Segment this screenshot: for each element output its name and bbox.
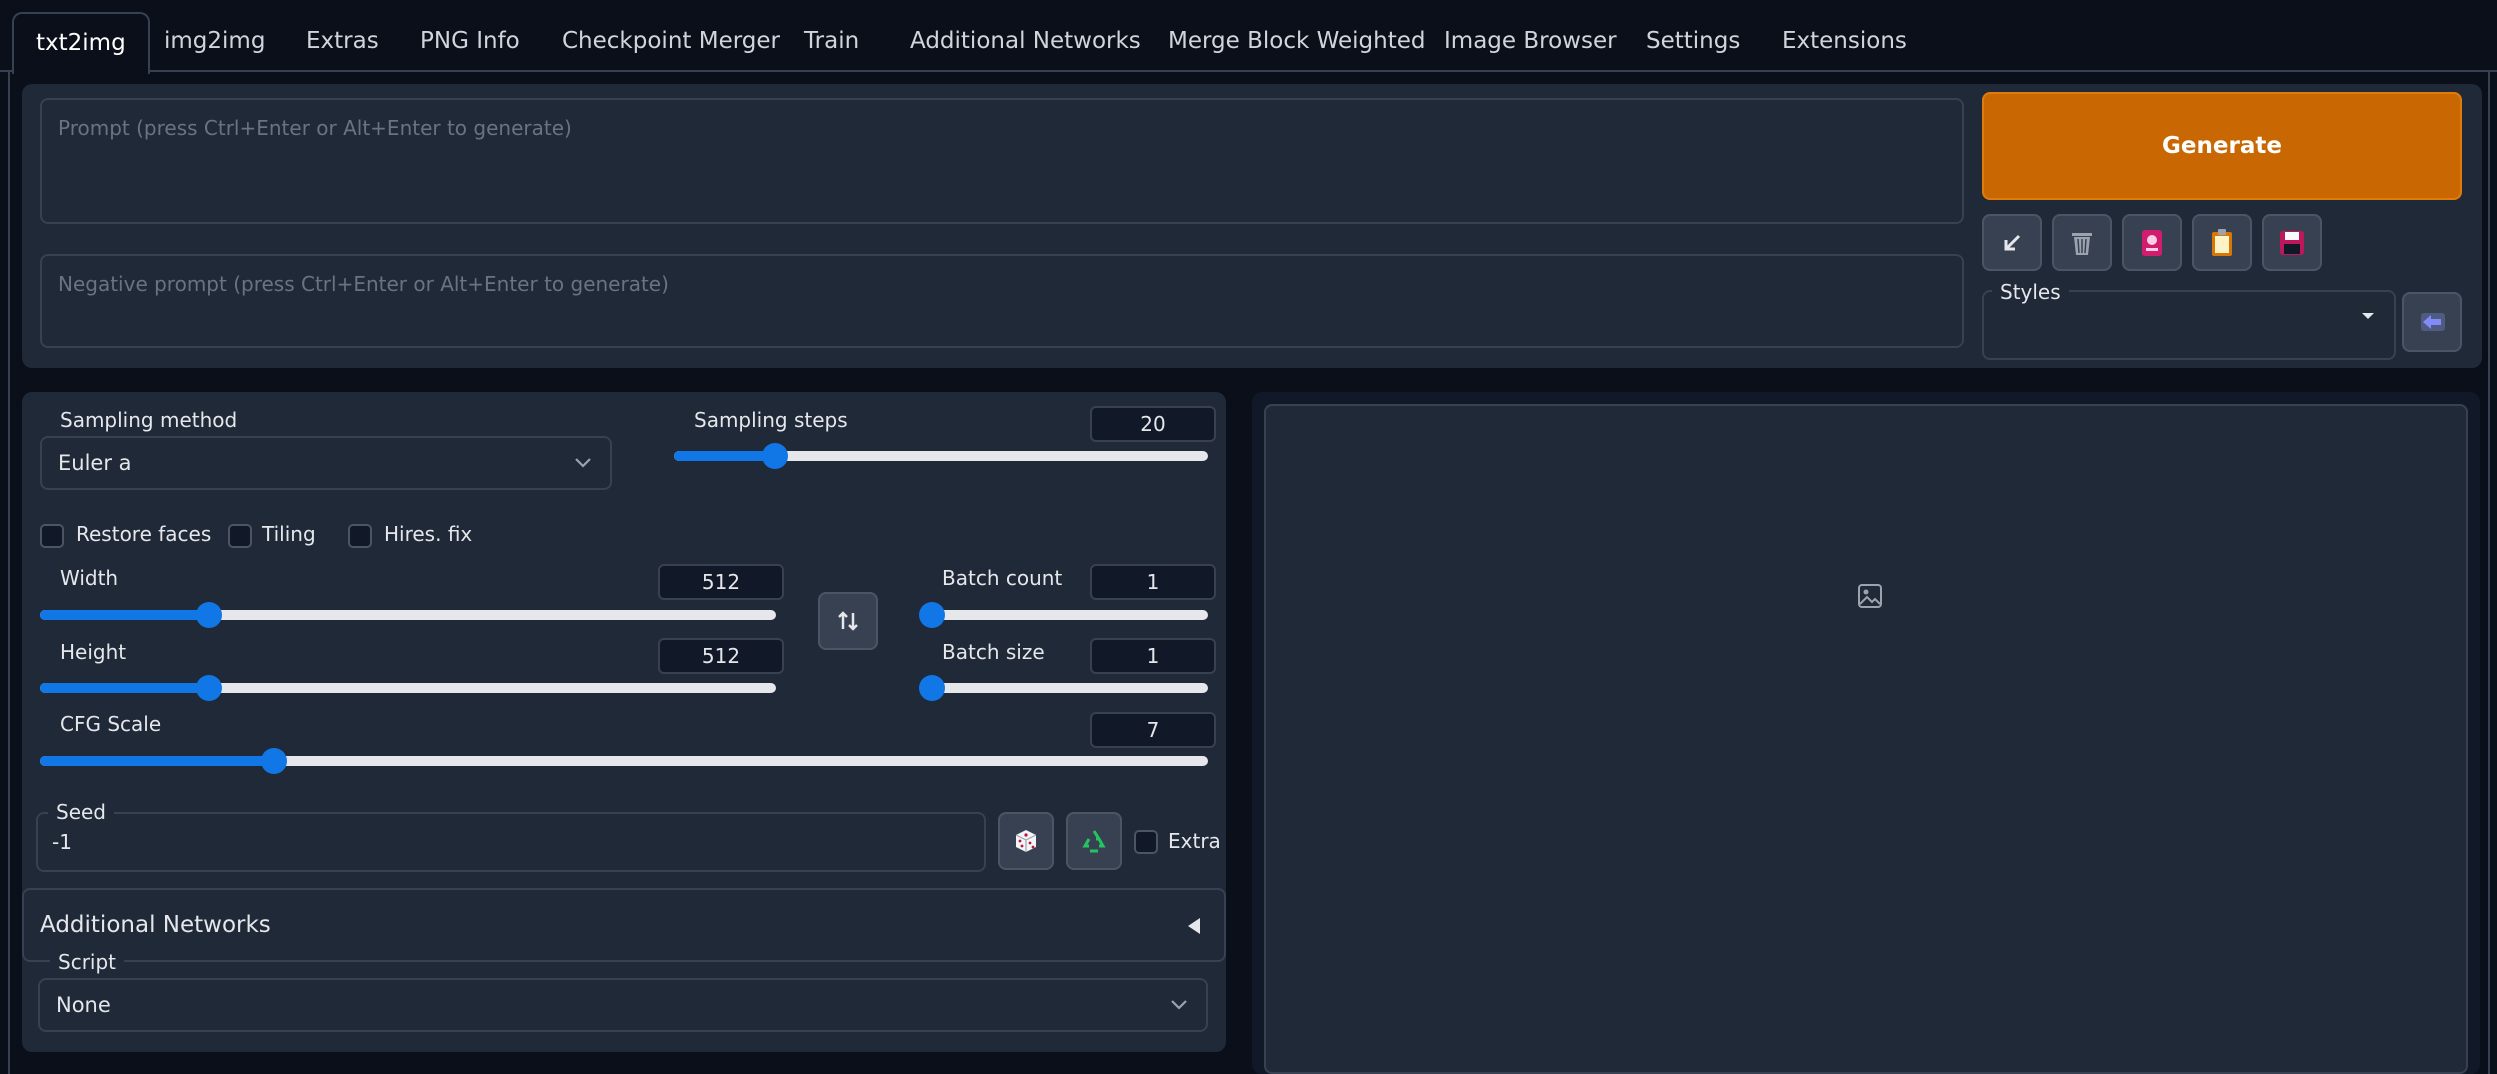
slider-handle[interactable]	[919, 602, 945, 628]
tab-img2img[interactable]: img2img	[142, 12, 287, 70]
slider-fill	[40, 756, 274, 766]
show-extra-networks-button[interactable]	[2122, 214, 2182, 271]
hires-fix-label: Hires. fix	[384, 522, 473, 546]
red-card-icon	[2142, 229, 2162, 256]
additional-networks-title: Additional Networks	[40, 912, 271, 938]
batch-size-input[interactable]: 1	[1090, 638, 1216, 674]
hires-fix-checkbox[interactable]	[348, 524, 372, 548]
sampling-steps-label: Sampling steps	[686, 408, 856, 432]
swap-dimensions-button[interactable]	[818, 592, 878, 650]
negative-prompt-placeholder: Negative prompt (press Ctrl+Enter or Alt…	[58, 272, 669, 296]
sampling-method-value: Euler a	[58, 451, 132, 475]
width-slider[interactable]	[40, 602, 776, 628]
generate-button[interactable]: Generate	[1982, 92, 2462, 200]
tiling-checkbox[interactable]	[228, 524, 252, 548]
tab-label: Extensions	[1782, 28, 1907, 54]
floppy-disk-icon	[2280, 230, 2304, 255]
seed-input[interactable]: -1	[36, 812, 986, 872]
height-label: Height	[52, 640, 135, 664]
sampling-steps-slider[interactable]	[674, 443, 1208, 469]
script-dropdown[interactable]: None	[38, 978, 1208, 1032]
apply-style-button[interactable]	[2192, 214, 2252, 271]
tab-label: Train	[804, 28, 860, 54]
tab-checkpoint-merger[interactable]: Checkpoint Merger	[540, 12, 802, 70]
tab-extras[interactable]: Extras	[284, 12, 401, 70]
height-slider[interactable]	[40, 675, 776, 701]
restore-faces-checkbox[interactable]	[40, 524, 64, 548]
tab-png-info[interactable]: PNG Info	[398, 12, 542, 70]
arrow-left-icon	[2421, 313, 2445, 331]
trash-icon	[2072, 232, 2092, 255]
dice-icon	[1015, 830, 1037, 852]
slider-fill	[40, 610, 210, 620]
slider-fill	[40, 683, 210, 693]
restore-faces-label: Restore faces	[76, 522, 212, 546]
tab-extensions[interactable]: Extensions	[1760, 12, 1929, 70]
sampling-method-dropdown[interactable]: Euler a	[40, 436, 612, 490]
tab-label: Additional Networks	[910, 28, 1141, 54]
styles-refresh-button[interactable]	[2402, 292, 2462, 352]
tab-merge-block-weighted[interactable]: Merge Block Weighted	[1146, 12, 1448, 70]
batch-size-slider[interactable]	[919, 675, 1208, 701]
tab-train[interactable]: Train	[782, 12, 881, 70]
batch-count-input[interactable]: 1	[1090, 564, 1216, 600]
batch-size-label: Batch size	[934, 640, 1053, 664]
output-gallery[interactable]	[1264, 404, 2468, 1074]
cfg-scale-slider[interactable]	[40, 748, 1208, 774]
seed-label: Seed	[48, 800, 114, 824]
tab-settings[interactable]: Settings	[1624, 12, 1762, 70]
styles-label: Styles	[1992, 280, 2069, 304]
slider-fill	[674, 451, 776, 461]
extra-seed-label: Extra	[1168, 829, 1221, 853]
caret-left-icon	[1188, 918, 1200, 934]
tab-bar: txt2img img2img Extras PNG Info Checkpoi…	[0, 0, 2497, 74]
clear-prompt-button[interactable]	[2052, 214, 2112, 271]
prompt-placeholder: Prompt (press Ctrl+Enter or Alt+Enter to…	[58, 116, 572, 140]
slider-handle[interactable]	[919, 675, 945, 701]
width-input[interactable]: 512	[658, 564, 784, 600]
batch-count-slider[interactable]	[919, 602, 1208, 628]
image-placeholder-icon	[1858, 584, 1882, 608]
caret-down-icon	[2362, 313, 2374, 319]
script-label: Script	[50, 950, 125, 974]
swap-arrows-icon	[838, 611, 858, 631]
width-label: Width	[52, 566, 127, 590]
tab-additional-networks[interactable]: Additional Networks	[888, 12, 1163, 70]
save-style-button[interactable]	[2262, 214, 2322, 271]
prompt-textarea[interactable]: Prompt (press Ctrl+Enter or Alt+Enter to…	[40, 98, 1964, 224]
recycle-icon	[1082, 830, 1106, 853]
tiling-label: Tiling	[262, 522, 316, 546]
tab-image-browser[interactable]: Image Browser	[1422, 12, 1639, 70]
extra-seed-checkbox[interactable]	[1134, 830, 1158, 854]
sampling-steps-input[interactable]: 20	[1090, 406, 1216, 442]
height-input[interactable]: 512	[658, 638, 784, 674]
script-value: None	[56, 993, 111, 1017]
tab-label: txt2img	[36, 30, 126, 56]
sampling-method-label: Sampling method	[52, 408, 246, 432]
slider-handle[interactable]	[260, 748, 287, 774]
cfg-scale-input[interactable]: 7	[1090, 712, 1216, 748]
tab-label: Image Browser	[1444, 28, 1617, 54]
clipboard-icon	[2212, 228, 2232, 256]
tab-label: Extras	[306, 28, 379, 54]
seed-value: -1	[52, 830, 72, 854]
tab-label: Checkpoint Merger	[562, 28, 780, 54]
arrow-down-left-icon	[2004, 234, 2021, 250]
additional-networks-accordion[interactable]: Additional Networks	[22, 888, 1226, 962]
random-seed-button[interactable]	[998, 812, 1054, 870]
tab-label: Merge Block Weighted	[1168, 28, 1426, 54]
batch-count-label: Batch count	[934, 566, 1071, 590]
tab-txt2img[interactable]: txt2img	[12, 12, 150, 74]
paste-params-button[interactable]	[1982, 214, 2042, 271]
chevron-down-icon	[1171, 1000, 1187, 1010]
chevron-down-icon	[575, 458, 591, 468]
cfg-scale-label: CFG Scale	[52, 712, 170, 736]
tab-label: Settings	[1646, 28, 1741, 54]
negative-prompt-textarea[interactable]: Negative prompt (press Ctrl+Enter or Alt…	[40, 254, 1964, 348]
reuse-seed-button[interactable]	[1066, 812, 1122, 870]
tab-label: img2img	[164, 28, 266, 54]
tab-label: PNG Info	[420, 28, 520, 54]
